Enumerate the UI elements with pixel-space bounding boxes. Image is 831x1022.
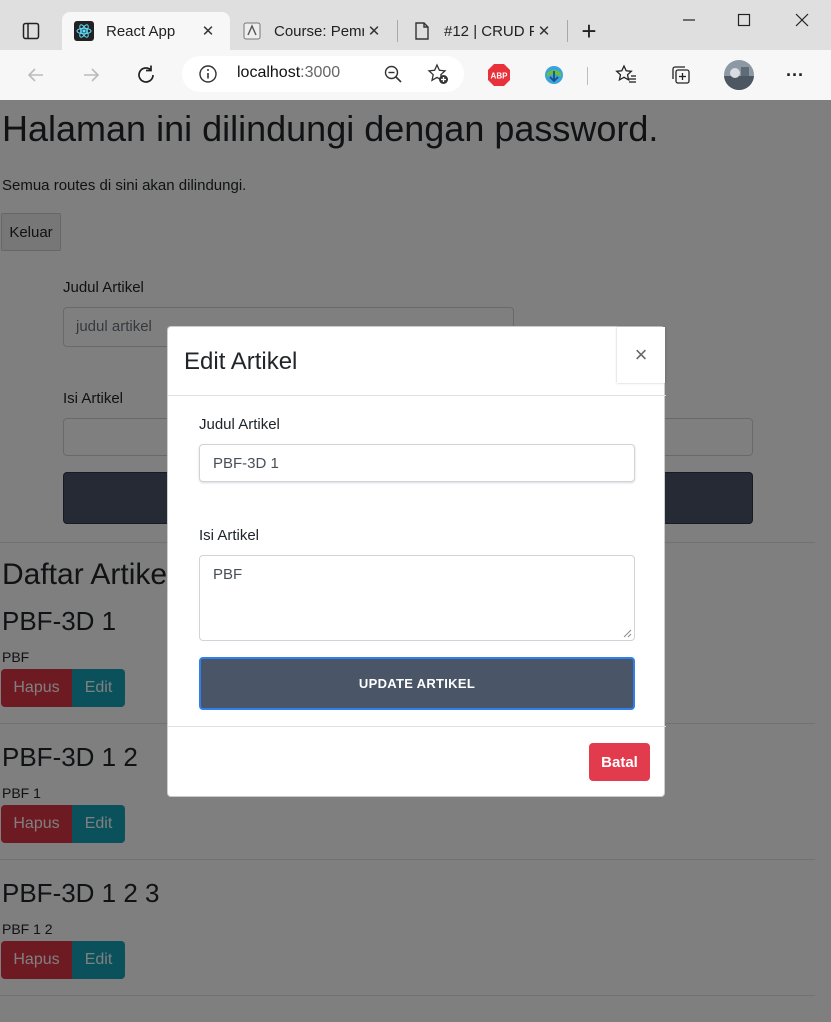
react-icon bbox=[74, 21, 94, 41]
modal-body-label: Isi Artikel bbox=[199, 527, 260, 544]
tab-close-icon[interactable]: ✕ bbox=[198, 22, 218, 40]
tab-title: React App bbox=[106, 22, 176, 40]
tab-bar: React App ✕ Course: Pemr ✕ #12 | CRUD F … bbox=[0, 0, 831, 50]
tab-course[interactable]: Course: Pemr ✕ bbox=[230, 12, 396, 50]
back-icon[interactable] bbox=[20, 59, 52, 91]
tab-actions-icon[interactable] bbox=[16, 16, 46, 46]
window-close-icon[interactable] bbox=[779, 6, 825, 34]
address-bar[interactable]: localhost:3000 bbox=[182, 56, 464, 92]
collections-icon[interactable] bbox=[665, 59, 697, 91]
resize-grip-icon[interactable] bbox=[623, 629, 632, 638]
more-menu-icon[interactable]: ··· bbox=[779, 59, 811, 91]
refresh-icon[interactable] bbox=[130, 59, 162, 91]
download-manager-icon[interactable] bbox=[538, 59, 570, 91]
modal-title-input[interactable]: PBF-3D 1 bbox=[199, 444, 635, 482]
tab-separator bbox=[567, 20, 568, 42]
tab-react-app[interactable]: React App ✕ bbox=[62, 12, 230, 50]
browser-toolbar: localhost:3000 ABP ··· bbox=[0, 50, 831, 100]
adblock-icon[interactable]: ABP bbox=[483, 59, 515, 91]
modal-body-textarea-value: PBF bbox=[213, 566, 243, 583]
minimize-icon[interactable] bbox=[666, 6, 712, 34]
modal-title: Edit Artikel bbox=[184, 348, 298, 375]
modal-close-button[interactable]: × bbox=[617, 327, 665, 383]
tab-close-icon[interactable]: ✕ bbox=[534, 22, 554, 40]
toolbar-divider bbox=[587, 67, 588, 85]
page-icon bbox=[412, 21, 432, 41]
url-host: localhost bbox=[237, 64, 301, 81]
new-tab-button[interactable]: + bbox=[574, 16, 604, 46]
update-article-button[interactable]: UPDATE ARTIKEL bbox=[199, 657, 635, 710]
modal-title-input-value: PBF-3D 1 bbox=[213, 455, 279, 472]
info-icon[interactable] bbox=[198, 64, 218, 89]
profile-avatar[interactable] bbox=[723, 59, 755, 91]
cancel-button[interactable]: Batal bbox=[589, 743, 650, 781]
browser-chrome: React App ✕ Course: Pemr ✕ #12 | CRUD F … bbox=[0, 0, 831, 100]
modal-body-textarea[interactable]: PBF bbox=[199, 555, 635, 641]
url-port: :3000 bbox=[300, 64, 341, 81]
adblock-label: ABP bbox=[491, 72, 509, 81]
forward-icon[interactable] bbox=[75, 59, 107, 91]
favorites-icon[interactable] bbox=[610, 59, 642, 91]
tab-title: Course: Pemr bbox=[274, 22, 364, 40]
tab-crud[interactable]: #12 | CRUD F ✕ bbox=[400, 12, 566, 50]
modal-header-divider bbox=[168, 395, 666, 396]
tab-close-icon[interactable]: ✕ bbox=[364, 22, 384, 40]
tab-title: #12 | CRUD F bbox=[444, 22, 534, 40]
add-favorite-icon[interactable] bbox=[427, 63, 449, 90]
url-text: localhost:3000 bbox=[237, 64, 340, 82]
tab-separator bbox=[397, 20, 398, 42]
moodle-icon bbox=[242, 21, 262, 41]
modal-title-label: Judul Artikel bbox=[199, 416, 280, 433]
modal-footer-divider bbox=[168, 726, 666, 727]
zoom-out-icon[interactable] bbox=[383, 64, 403, 89]
maximize-icon[interactable] bbox=[721, 6, 767, 34]
edit-article-modal: Edit Artikel × Judul Artikel PBF-3D 1 Is… bbox=[167, 326, 666, 797]
page-content: Halaman ini dilindungi dengan password. … bbox=[0, 100, 831, 1022]
